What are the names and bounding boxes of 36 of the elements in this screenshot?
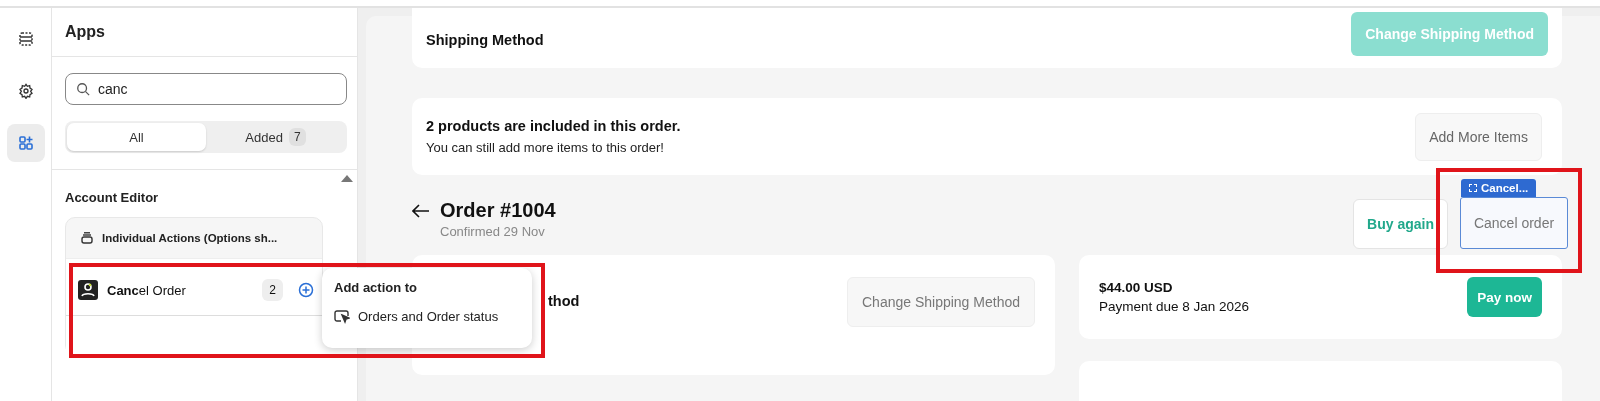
back-arrow-icon[interactable] [412, 204, 430, 219]
count-badge: 2 [262, 279, 283, 301]
filter-tab[interactable]: All [67, 123, 206, 151]
group-title: Individual Actions (Options sh... [102, 232, 278, 244]
change-shipping-button[interactable]: Change Shipping Method [847, 277, 1035, 327]
popup-option[interactable]: Orders and Order status [334, 309, 520, 324]
app-logo-icon [78, 280, 98, 300]
count-badge: 7 [288, 128, 306, 146]
popup-title: Add action to [334, 280, 419, 295]
app-row[interactable]: Cancel Order 2 [66, 258, 322, 315]
element-tag: Cancel... [1461, 179, 1537, 198]
buy-again-button[interactable]: Buy again [1353, 199, 1448, 250]
cancel-order-button[interactable]: Cancel order [1460, 197, 1568, 250]
add-icon[interactable] [298, 282, 314, 298]
list-icon [17, 31, 34, 47]
panel-title: Apps [65, 23, 105, 41]
search-icon [76, 82, 90, 96]
card-title: Shipping Method [426, 32, 544, 48]
select-icon [1469, 184, 1477, 193]
stack-icon [80, 231, 94, 245]
search-field[interactable]: canc [65, 73, 347, 105]
order-title: Order #1004 [440, 199, 556, 223]
scroll-up-icon[interactable] [341, 174, 353, 182]
card-title: thod [548, 293, 580, 309]
add-items-button[interactable]: Add More Items [1415, 112, 1542, 161]
settings-icon [17, 83, 34, 99]
card-text: You can still add more items to this order! [426, 140, 665, 156]
apps-icon [17, 135, 34, 151]
payment-due: Payment due 8 Jan 2026 [1099, 299, 1250, 314]
payment-amount: $44.00 USD [1099, 280, 1174, 295]
order-date: Confirmed 29 Nov [440, 224, 546, 240]
cursor-icon [334, 309, 350, 324]
app-name: Cancel Order [107, 282, 187, 298]
section-title: Account Editor [65, 190, 160, 205]
card-title: 2 products are included in this order. [426, 118, 681, 135]
filter-tab[interactable]: Added 7 [206, 123, 345, 151]
